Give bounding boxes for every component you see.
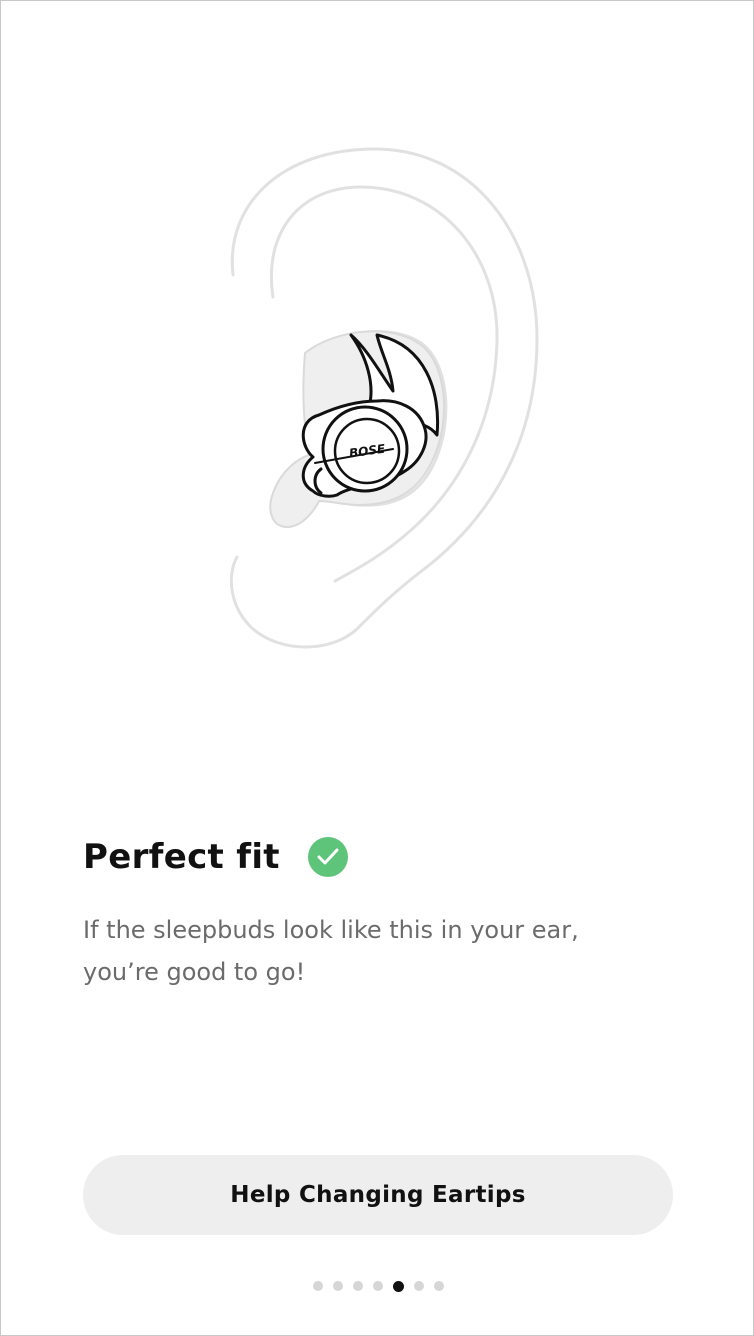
help-changing-eartips-button[interactable]: Help Changing Eartips [83, 1155, 673, 1235]
title-row: Perfect fit [83, 833, 348, 881]
page-title: Perfect fit [83, 837, 280, 877]
check-circle-icon [307, 837, 348, 877]
screen: BOSE Perfect fit If the sleepbuds look l… [0, 0, 754, 1336]
page-indicator [1, 1279, 754, 1293]
page-dot[interactable] [352, 1281, 363, 1291]
page-dot[interactable] [372, 1281, 383, 1291]
page-dot-active[interactable] [392, 1280, 404, 1292]
page-dot[interactable] [312, 1281, 323, 1291]
ear-sleepbud-illustration: BOSE [229, 147, 539, 649]
page-dot[interactable] [413, 1281, 424, 1291]
page-dot[interactable] [433, 1281, 444, 1291]
page-dot[interactable] [332, 1281, 343, 1291]
fit-description: If the sleepbuds look like this in your … [83, 916, 579, 986]
